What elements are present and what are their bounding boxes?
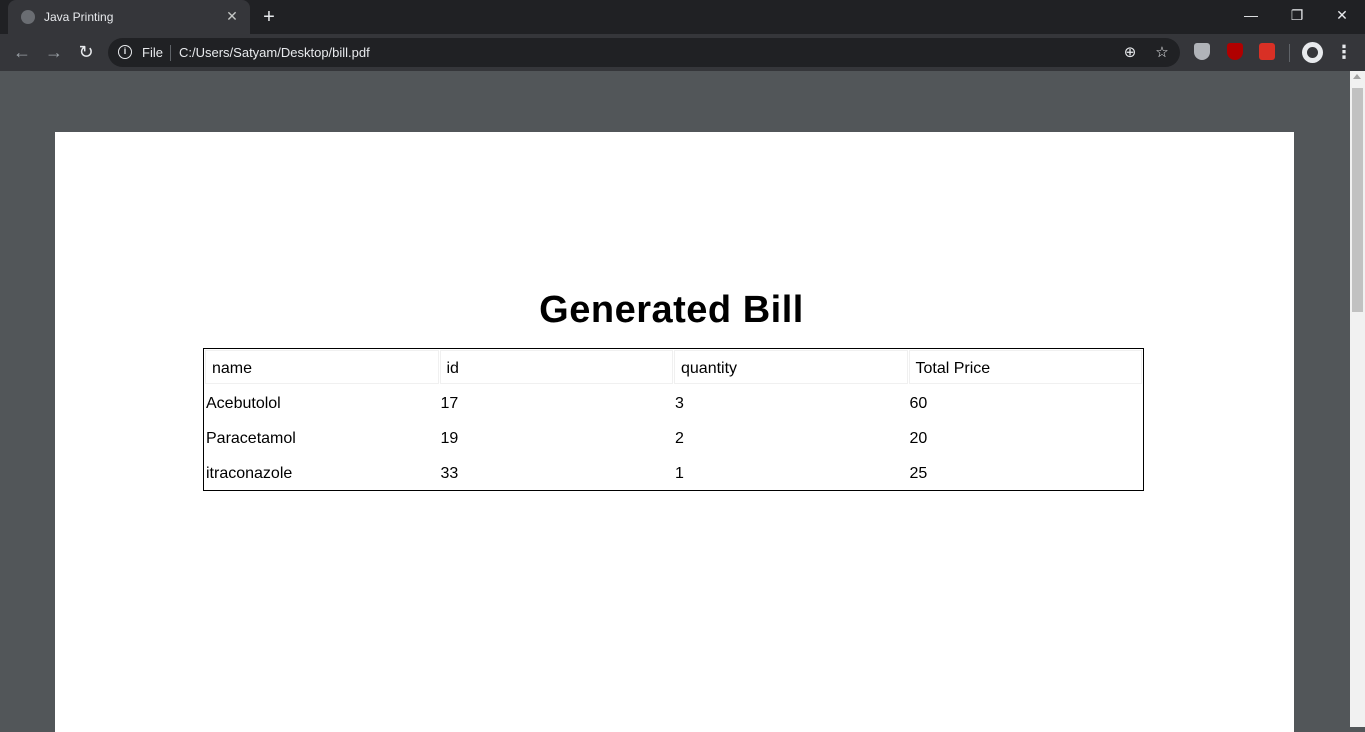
column-header-total-price: Total Price: [908, 350, 1142, 384]
cell-total-price: 60: [909, 395, 928, 412]
bookmark-star-icon[interactable]: ☆: [1152, 43, 1172, 63]
cell-total-price: 20: [909, 430, 928, 447]
tab-strip: Java Printing ✕ + — ❐ ✕: [0, 0, 1365, 34]
column-header-id: id: [439, 350, 673, 384]
scheme-label: File: [142, 45, 163, 60]
scrollbar-thumb[interactable]: [1352, 88, 1363, 312]
table-row: itraconazole 33 1 25: [205, 455, 1142, 489]
ublock-extension-icon[interactable]: [1227, 43, 1243, 60]
address-bar[interactable]: i File C:/Users/Satyam/Desktop/bill.pdf …: [108, 38, 1180, 67]
address-separator: [170, 45, 171, 61]
cell-name: Acebutolol: [206, 395, 281, 412]
cell-id: 33: [440, 465, 459, 482]
cell-id: 17: [440, 395, 459, 412]
reload-button[interactable]: ↻: [74, 40, 98, 64]
tab-java-printing[interactable]: Java Printing ✕: [8, 0, 250, 34]
cell-quantity: 3: [675, 395, 684, 412]
globe-icon: [21, 10, 35, 24]
toolbar-separator: [1289, 44, 1290, 62]
bookmark-extension-icon[interactable]: [1259, 43, 1275, 60]
table-row: Acebutolol 17 3 60: [205, 385, 1142, 419]
back-button[interactable]: ←: [10, 40, 34, 64]
browser-toolbar: ← → ↻ i File C:/Users/Satyam/Desktop/bil…: [0, 34, 1365, 71]
cell-id: 19: [440, 430, 459, 447]
minimize-button[interactable]: —: [1228, 0, 1274, 30]
brave-shield-extension-icon[interactable]: [1194, 43, 1210, 60]
cell-name: itraconazole: [206, 465, 293, 482]
table-header-row: name id quantity Total Price: [205, 350, 1142, 384]
vertical-scrollbar[interactable]: [1350, 71, 1365, 727]
restore-button[interactable]: ❐: [1274, 0, 1320, 30]
info-icon[interactable]: i: [118, 45, 132, 59]
url-text[interactable]: C:/Users/Satyam/Desktop/bill.pdf: [179, 45, 370, 60]
pdf-page: Generated Bill name id quantity Total Pr…: [55, 132, 1294, 732]
column-header-name: name: [205, 350, 439, 384]
cell-name: Paracetamol: [206, 430, 296, 447]
forward-button[interactable]: →: [42, 40, 66, 64]
scroll-up-arrow-icon[interactable]: [1353, 74, 1361, 79]
tab-close-icon[interactable]: ✕: [224, 8, 240, 24]
cell-quantity: 2: [675, 430, 684, 447]
zoom-icon[interactable]: ⊕: [1120, 43, 1140, 63]
bill-table: name id quantity Total Price Acebutolol …: [203, 348, 1144, 491]
document-title: Generated Bill: [539, 289, 804, 331]
new-tab-button[interactable]: +: [258, 6, 280, 28]
tab-title: Java Printing: [44, 10, 114, 24]
window-close-button[interactable]: ✕: [1319, 0, 1365, 30]
profile-avatar-icon[interactable]: [1302, 42, 1323, 63]
menu-icon[interactable]: ⋮: [1334, 40, 1354, 64]
table-row: Paracetamol 19 2 20: [205, 420, 1142, 454]
cell-quantity: 1: [675, 465, 684, 482]
cell-total-price: 25: [909, 465, 928, 482]
column-header-quantity: quantity: [674, 350, 908, 384]
